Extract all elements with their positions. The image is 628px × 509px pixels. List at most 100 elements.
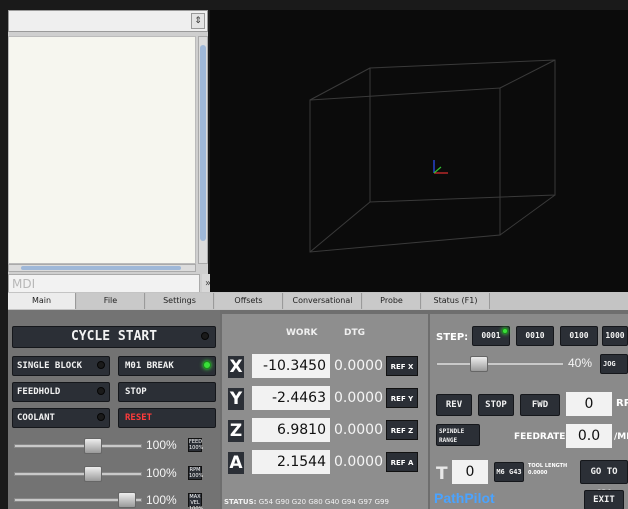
coolant-label: COOLANT — [17, 413, 55, 423]
tool-label: T — [436, 464, 448, 484]
feed-override-slider[interactable] — [14, 444, 142, 448]
rpm-override-percent: 100% — [146, 466, 177, 480]
machine-envelope-box — [309, 59, 556, 253]
tool-length-display: TOOL LENGTH 0.0000 — [528, 463, 567, 477]
gcode-horizontal-scrollbar[interactable] — [8, 264, 196, 272]
single-block-button[interactable]: SINGLE BLOCK — [12, 356, 110, 376]
maxvel-override-percent: 100% — [146, 493, 177, 507]
step-1000-button[interactable]: 1000 — [602, 326, 628, 346]
axis-triad-icon — [433, 160, 448, 174]
scroll-thumb[interactable] — [200, 45, 206, 241]
tab-probe[interactable]: Probe — [363, 293, 421, 309]
step-0010-button[interactable]: 0010 — [516, 326, 554, 346]
jog-spindle-panel: STEP: 0001 0010 0100 1000 40% JOG REV ST… — [430, 314, 628, 509]
file-combo[interactable]: ⇕ — [8, 10, 208, 32]
program-control-panel: CYCLE START SINGLE BLOCK M01 BREAK FEEDH… — [8, 310, 220, 509]
tab-main[interactable]: Main — [8, 293, 76, 309]
dro-x-work[interactable]: -10.3450 — [252, 354, 330, 378]
gcode-listing[interactable] — [8, 36, 196, 264]
m01-break-label: M01 BREAK — [125, 361, 174, 371]
m6g43-button[interactable]: M6 G43 — [494, 462, 524, 482]
tab-settings[interactable]: Settings — [146, 293, 214, 309]
tool-number-input[interactable]: 0 — [452, 460, 488, 484]
ref-a-button[interactable]: REF A — [386, 452, 418, 472]
feedhold-button[interactable]: FEEDHOLD — [12, 382, 110, 402]
tab-offsets[interactable]: Offsets — [215, 293, 283, 309]
jog-mode-button[interactable]: JOG — [600, 354, 628, 374]
feed-override-thumb[interactable] — [84, 438, 102, 454]
step-0100-button[interactable]: 0100 — [560, 326, 598, 346]
step-label: STEP: — [436, 332, 469, 343]
jog-label: JOG — [603, 360, 616, 368]
tool-length-value: 0.0000 — [528, 470, 548, 476]
dro-panel: WORK DTG X -10.3450 0.0000 REF X Y -2.44… — [222, 314, 428, 509]
spindle-range-button[interactable]: SPINDLE RANGE — [436, 424, 480, 446]
axis-z-label[interactable]: Z — [228, 420, 244, 442]
coolant-button[interactable]: COOLANT — [12, 408, 110, 428]
ref-y-button[interactable]: REF Y — [386, 388, 418, 408]
maxvel-override-thumb[interactable] — [118, 492, 136, 508]
axis-a-label[interactable]: A — [228, 452, 244, 474]
tab-file[interactable]: File — [77, 293, 145, 309]
rpm-reset-button[interactable]: RPM 100% — [188, 466, 203, 480]
spindle-stop-button[interactable]: STOP — [478, 394, 514, 416]
single-block-label: SINGLE BLOCK — [17, 361, 83, 371]
spindle-rev-button[interactable]: REV — [436, 394, 472, 416]
feedrate-label: FEEDRATE: — [514, 432, 569, 442]
feed-reset-button[interactable]: FEED 100% — [188, 438, 203, 452]
m01-break-button[interactable]: M01 BREAK — [118, 356, 216, 376]
ref-z-button[interactable]: REF Z — [386, 420, 418, 440]
spindle-fwd-button[interactable]: FWD — [520, 394, 560, 416]
feed-override-percent: 100% — [146, 438, 177, 452]
feedhold-label: FEEDHOLD — [17, 387, 61, 397]
cycle-start-led — [201, 332, 209, 340]
exit-button[interactable]: EXIT — [584, 490, 624, 509]
axis-y-label[interactable]: Y — [228, 388, 244, 410]
modal-status-line: STATUS: G54 G90 G20 G80 G40 G94 G97 G99 — [224, 498, 389, 506]
jog-speed-slider[interactable] — [436, 362, 564, 366]
reset-button[interactable]: RESET — [118, 408, 216, 428]
tab-bar: Main File Settings Offsets Conversationa… — [8, 292, 628, 310]
feedrate-input[interactable]: 0.0 — [566, 424, 612, 448]
dro-y-dtg: 0.0000 — [334, 390, 383, 406]
dro-x-dtg: 0.0000 — [334, 358, 383, 374]
stop-button[interactable]: STOP — [118, 382, 216, 402]
dro-z-work[interactable]: 6.9810 — [252, 418, 330, 442]
rpm-input[interactable]: 0 — [566, 392, 612, 416]
scroll-thumb[interactable] — [21, 266, 181, 270]
toolpath-viewport[interactable] — [210, 10, 628, 292]
ref-x-button[interactable]: REF X — [386, 356, 418, 376]
status-label: STATUS: — [224, 498, 257, 506]
goto-g30-button[interactable]: GO TO G30 — [580, 460, 628, 499]
gcode-vertical-scrollbar[interactable] — [198, 36, 208, 264]
single-block-led — [97, 361, 105, 369]
rpm-override-thumb[interactable] — [84, 466, 102, 482]
combo-arrow-icon[interactable]: ⇕ — [191, 13, 205, 29]
dro-a-work[interactable]: 2.1544 — [252, 450, 330, 474]
jog-speed-percent: 40% — [568, 356, 593, 370]
step-0001-label: 0001 — [481, 331, 501, 340]
dro-y-work[interactable]: -2.4463 — [252, 386, 330, 410]
cycle-start-button[interactable]: CYCLE START — [12, 326, 216, 348]
coolant-led — [97, 413, 105, 421]
spindle-range-label: SPINDLE RANGE — [439, 428, 465, 444]
mdi-input[interactable]: MDI — [8, 274, 200, 294]
feedhold-led — [97, 387, 105, 395]
maxvel-reset-button[interactable]: MAX VEL 100% — [188, 493, 203, 509]
axis-x-label[interactable]: X — [228, 356, 244, 378]
rpm-label: RPI — [616, 398, 628, 409]
step-0001-led — [502, 328, 508, 334]
m01-break-led — [203, 361, 211, 369]
tab-conversational[interactable]: Conversational — [284, 293, 362, 309]
dtg-header: DTG — [344, 328, 365, 338]
dro-z-dtg: 0.0000 — [334, 422, 383, 438]
gcode-pane: ⇕ MDI » — [8, 10, 214, 294]
feedrate-unit: /MI — [614, 432, 628, 442]
cycle-start-label: CYCLE START — [70, 329, 158, 344]
jog-speed-thumb[interactable] — [470, 356, 488, 372]
control-panel: CYCLE START SINGLE BLOCK M01 BREAK FEEDH… — [8, 310, 628, 509]
work-header: WORK — [286, 328, 318, 338]
rpm-override-slider[interactable] — [14, 472, 142, 476]
step-0001-button[interactable]: 0001 — [472, 326, 510, 346]
tab-status[interactable]: Status (F1) — [422, 293, 490, 309]
